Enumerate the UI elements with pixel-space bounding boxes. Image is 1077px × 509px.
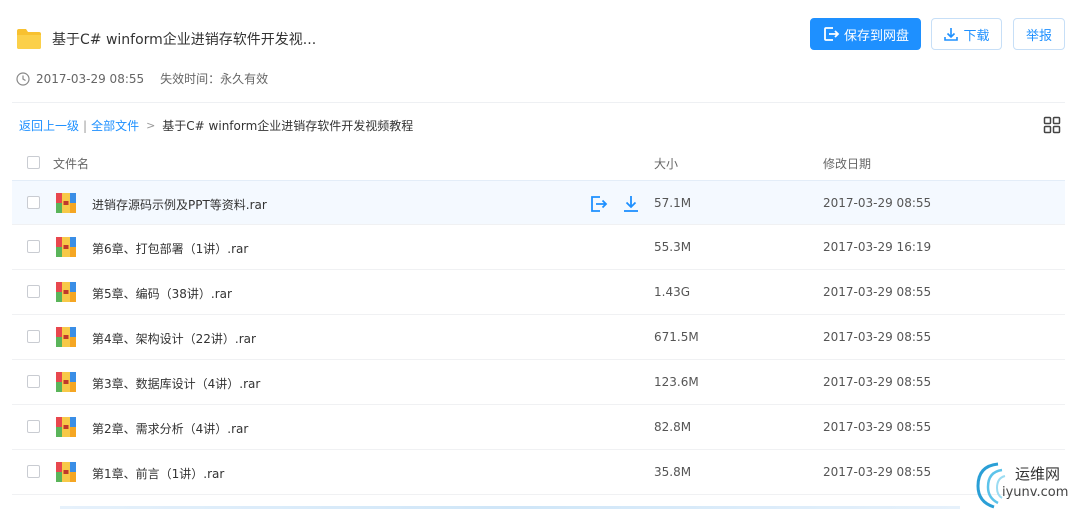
save-to-cloud-button[interactable]: 保存到网盘 bbox=[810, 18, 921, 50]
file-size: 35.8M bbox=[654, 465, 692, 479]
file-date: 2017-03-29 08:55 bbox=[823, 196, 932, 210]
grid-view-icon[interactable] bbox=[1043, 116, 1061, 134]
file-size: 82.8M bbox=[654, 420, 692, 434]
file-checkbox[interactable] bbox=[27, 420, 40, 433]
column-modified[interactable]: 修改日期 bbox=[823, 155, 871, 172]
breadcrumb-arrow: > bbox=[146, 119, 156, 132]
download-icon[interactable] bbox=[621, 194, 641, 214]
file-date: 2017-03-29 16:19 bbox=[823, 240, 932, 254]
share-meta: 2017-03-29 08:55 失效时间：永久有效 bbox=[16, 70, 268, 87]
back-link[interactable]: 返回上一级 bbox=[19, 117, 79, 134]
all-files-link[interactable]: 全部文件 bbox=[91, 117, 139, 134]
download-label: 下载 bbox=[963, 28, 990, 44]
file-name[interactable]: 第4章、架构设计（22讲）.rar bbox=[92, 330, 256, 347]
expire-time: 失效时间：永久有效 bbox=[160, 72, 269, 86]
file-size: 1.43G bbox=[654, 285, 691, 299]
download-button[interactable]: 下载 bbox=[931, 18, 1002, 50]
save-to-cloud-label: 保存到网盘 bbox=[843, 28, 909, 44]
file-row[interactable]: 第6章、打包部署（1讲）.rar 55.3M 2017-03-29 16:19 bbox=[12, 225, 1065, 270]
breadcrumb-separator: | bbox=[83, 118, 88, 133]
breadcrumb-current: 基于C# winform企业进销存软件开发视频教程 bbox=[162, 119, 414, 133]
file-checkbox[interactable] bbox=[27, 375, 40, 388]
download-icon bbox=[944, 28, 959, 41]
file-date: 2017-03-29 08:55 bbox=[823, 420, 932, 434]
file-date: 2017-03-29 08:55 bbox=[823, 375, 932, 389]
file-row[interactable]: 第5章、编码（38讲）.rar 1.43G 2017-03-29 08:55 bbox=[12, 270, 1065, 315]
watermark-domain: iyunv.com bbox=[1002, 485, 1069, 500]
rar-archive-icon bbox=[56, 372, 76, 392]
rar-archive-icon bbox=[56, 282, 76, 302]
file-checkbox[interactable] bbox=[27, 196, 40, 209]
folder-icon bbox=[17, 29, 41, 49]
file-date: 2017-03-29 08:55 bbox=[823, 285, 932, 299]
clock-icon bbox=[16, 71, 30, 86]
file-date: 2017-03-29 08:55 bbox=[823, 330, 932, 344]
column-size[interactable]: 大小 bbox=[654, 155, 678, 172]
report-button[interactable]: 举报 bbox=[1013, 18, 1065, 50]
file-list: 进销存源码示例及PPT等资料.rar 57.1M 2017-03-29 08:5… bbox=[12, 180, 1065, 495]
file-name[interactable]: 第3章、数据库设计（4讲）.rar bbox=[92, 375, 260, 392]
rar-archive-icon bbox=[56, 417, 76, 437]
file-name[interactable]: 第5章、编码（38讲）.rar bbox=[92, 285, 232, 302]
save-to-cloud-icon[interactable] bbox=[588, 194, 608, 214]
breadcrumb: 返回上一级 | 全部文件 > 基于C# winform企业进销存软件开发视频教程 bbox=[19, 117, 413, 134]
header-divider bbox=[12, 102, 1065, 103]
file-checkbox[interactable] bbox=[27, 240, 40, 253]
watermark-text: 运维网 bbox=[1015, 465, 1061, 483]
rar-archive-icon bbox=[56, 237, 76, 257]
file-checkbox[interactable] bbox=[27, 285, 40, 298]
share-date: 2017-03-29 08:55 bbox=[36, 71, 145, 86]
file-name[interactable]: 第2章、需求分析（4讲）.rar bbox=[92, 420, 248, 437]
file-size: 671.5M bbox=[654, 330, 699, 344]
file-name[interactable]: 进销存源码示例及PPT等资料.rar bbox=[92, 196, 267, 213]
file-row[interactable]: 进销存源码示例及PPT等资料.rar 57.1M 2017-03-29 08:5… bbox=[12, 180, 1065, 225]
file-size: 123.6M bbox=[654, 375, 699, 389]
rar-archive-icon bbox=[56, 327, 76, 347]
file-row[interactable]: 第3章、数据库设计（4讲）.rar 123.6M 2017-03-29 08:5… bbox=[12, 360, 1065, 405]
file-row[interactable]: 第1章、前言（1讲）.rar 35.8M 2017-03-29 08:55 bbox=[12, 450, 1065, 495]
select-all-checkbox[interactable] bbox=[27, 156, 40, 169]
rar-archive-icon bbox=[56, 462, 76, 482]
file-size: 57.1M bbox=[654, 196, 692, 210]
rar-archive-icon bbox=[56, 193, 76, 213]
share-title: 基于C# winform企业进销存软件开发视... bbox=[52, 32, 317, 48]
file-row[interactable]: 第4章、架构设计（22讲）.rar 671.5M 2017-03-29 08:5… bbox=[12, 315, 1065, 360]
save-to-cloud-icon bbox=[824, 27, 840, 41]
file-name[interactable]: 第6章、打包部署（1讲）.rar bbox=[92, 240, 248, 257]
file-list-header: 文件名 大小 修改日期 bbox=[12, 146, 1065, 180]
file-name[interactable]: 第1章、前言（1讲）.rar bbox=[92, 465, 224, 482]
file-date: 2017-03-29 08:55 bbox=[823, 465, 932, 479]
file-checkbox[interactable] bbox=[27, 330, 40, 343]
file-size: 55.3M bbox=[654, 240, 692, 254]
report-label: 举报 bbox=[1025, 28, 1052, 44]
column-name[interactable]: 文件名 bbox=[53, 155, 89, 172]
file-row[interactable]: 第2章、需求分析（4讲）.rar 82.8M 2017-03-29 08:55 bbox=[12, 405, 1065, 450]
share-header: 基于C# winform企业进销存软件开发视... 2017-03-29 08:… bbox=[0, 0, 1077, 100]
file-checkbox[interactable] bbox=[27, 465, 40, 478]
